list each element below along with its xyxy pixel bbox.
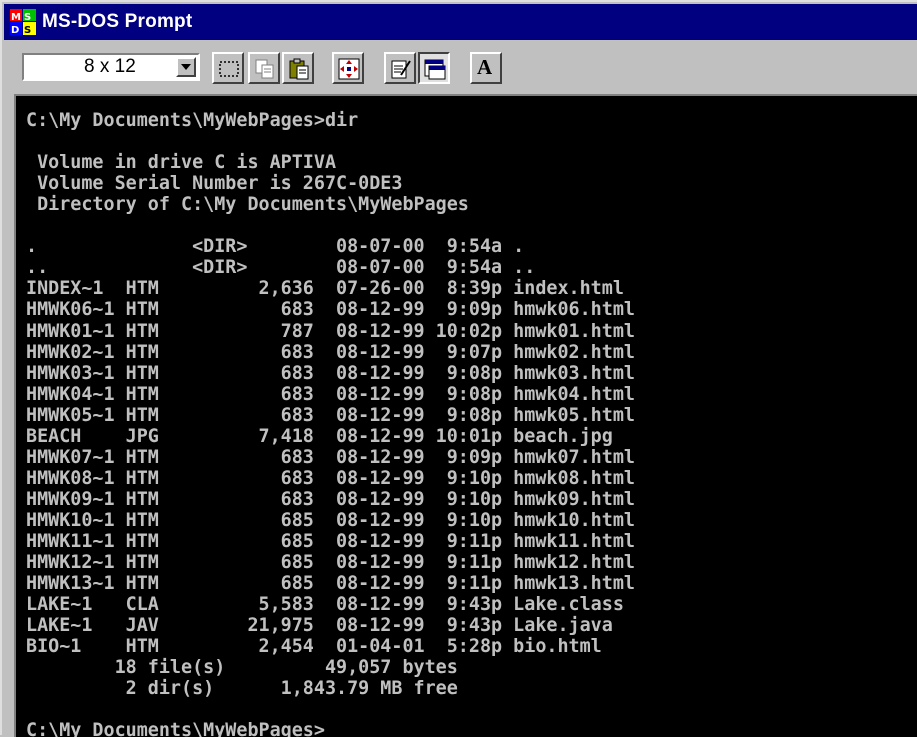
console-line: 18 file(s) 49,057 bytes bbox=[26, 657, 458, 679]
font-icon: A bbox=[477, 55, 493, 79]
svg-text:D: D bbox=[11, 25, 19, 35]
console-line: HMWK06~1 HTM 683 08-12-99 9:09p hmwk06.h… bbox=[26, 299, 635, 321]
background-icon bbox=[424, 59, 446, 80]
svg-text:S: S bbox=[24, 12, 31, 23]
console-line: HMWK09~1 HTM 683 08-12-99 9:10p hmwk09.h… bbox=[26, 488, 635, 510]
font-button[interactable]: A bbox=[470, 52, 502, 84]
console-line: Volume in drive C is APTIVA bbox=[26, 152, 337, 174]
console-line: HMWK08~1 HTM 683 08-12-99 9:10p hmwk08.h… bbox=[26, 467, 635, 489]
fullscreen-button[interactable] bbox=[332, 52, 364, 84]
fullscreen-icon bbox=[338, 58, 360, 80]
console-line: C:\My Documents\MyWebPages>dir bbox=[26, 110, 359, 131]
console-line: BIO~1 HTM 2,454 01-04-01 5:28p bio.html bbox=[26, 636, 602, 658]
console-line: 2 dir(s) 1,843.79 MB free bbox=[26, 678, 458, 700]
copy-button[interactable] bbox=[248, 52, 280, 84]
font-size-select[interactable]: 8 x 12 bbox=[22, 53, 200, 81]
console-line: HMWK13~1 HTM 685 08-12-99 9:11p hmwk13.h… bbox=[26, 573, 635, 595]
console-line: Directory of C:\My Documents\MyWebPages bbox=[26, 194, 469, 216]
console-line: HMWK01~1 HTM 787 08-12-99 10:02p hmwk01.… bbox=[26, 320, 635, 342]
console-line: HMWK12~1 HTM 685 08-12-99 9:11p hmwk12.h… bbox=[26, 552, 635, 574]
svg-text:M: M bbox=[11, 12, 21, 23]
console-line: INDEX~1 HTM 2,636 07-26-00 8:39p index.h… bbox=[26, 278, 624, 300]
font-size-value: 8 x 12 bbox=[84, 56, 136, 77]
msdos-app-icon: M S D S bbox=[10, 9, 36, 35]
properties-button[interactable] bbox=[384, 52, 416, 84]
background-button[interactable] bbox=[418, 52, 450, 84]
console-line: LAKE~1 CLA 5,583 08-12-99 9:43p Lake.cla… bbox=[26, 594, 624, 616]
mark-icon bbox=[219, 61, 239, 77]
dropdown-arrow-icon[interactable] bbox=[176, 57, 196, 77]
toolbar: 8 x 12 A bbox=[4, 40, 917, 94]
copy-icon bbox=[255, 59, 274, 79]
title-bar[interactable]: M S D S MS-DOS Prompt bbox=[4, 4, 917, 40]
console-line: HMWK07~1 HTM 683 08-12-99 9:09p hmwk07.h… bbox=[26, 446, 635, 468]
console-output[interactable]: C:\My Documents\MyWebPages>dir Volume in… bbox=[14, 94, 917, 737]
paste-button[interactable] bbox=[282, 52, 314, 84]
console-line: HMWK10~1 HTM 685 08-12-99 9:10p hmwk10.h… bbox=[26, 509, 635, 531]
console-line: HMWK05~1 HTM 683 08-12-99 9:08p hmwk05.h… bbox=[26, 404, 635, 426]
console-line: Volume Serial Number is 267C-0DE3 bbox=[26, 173, 403, 195]
msdos-window: M S D S MS-DOS Prompt 8 x 12 A C:\My Doc… bbox=[0, 0, 917, 737]
window-title: MS-DOS Prompt bbox=[42, 11, 193, 32]
svg-text:S: S bbox=[24, 25, 31, 35]
console-line: HMWK02~1 HTM 683 08-12-99 9:07p hmwk02.h… bbox=[26, 341, 635, 363]
properties-icon bbox=[391, 60, 411, 79]
console-line: LAKE~1 JAV 21,975 08-12-99 9:43p Lake.ja… bbox=[26, 615, 613, 637]
console-line: HMWK11~1 HTM 685 08-12-99 9:11p hmwk11.h… bbox=[26, 531, 635, 552]
console-line: HMWK03~1 HTM 683 08-12-99 9:08p hmwk03.h… bbox=[26, 362, 635, 384]
console-line: BEACH JPG 7,418 08-12-99 10:01p beach.jp… bbox=[26, 425, 613, 447]
console-line: . <DIR> 08-07-00 9:54a . bbox=[26, 236, 525, 258]
console-line: .. <DIR> 08-07-00 9:54a .. bbox=[26, 257, 536, 279]
paste-icon bbox=[289, 58, 309, 80]
console-line: HMWK04~1 HTM 683 08-12-99 9:08p hmwk04.h… bbox=[26, 383, 635, 405]
mark-button[interactable] bbox=[212, 52, 244, 84]
